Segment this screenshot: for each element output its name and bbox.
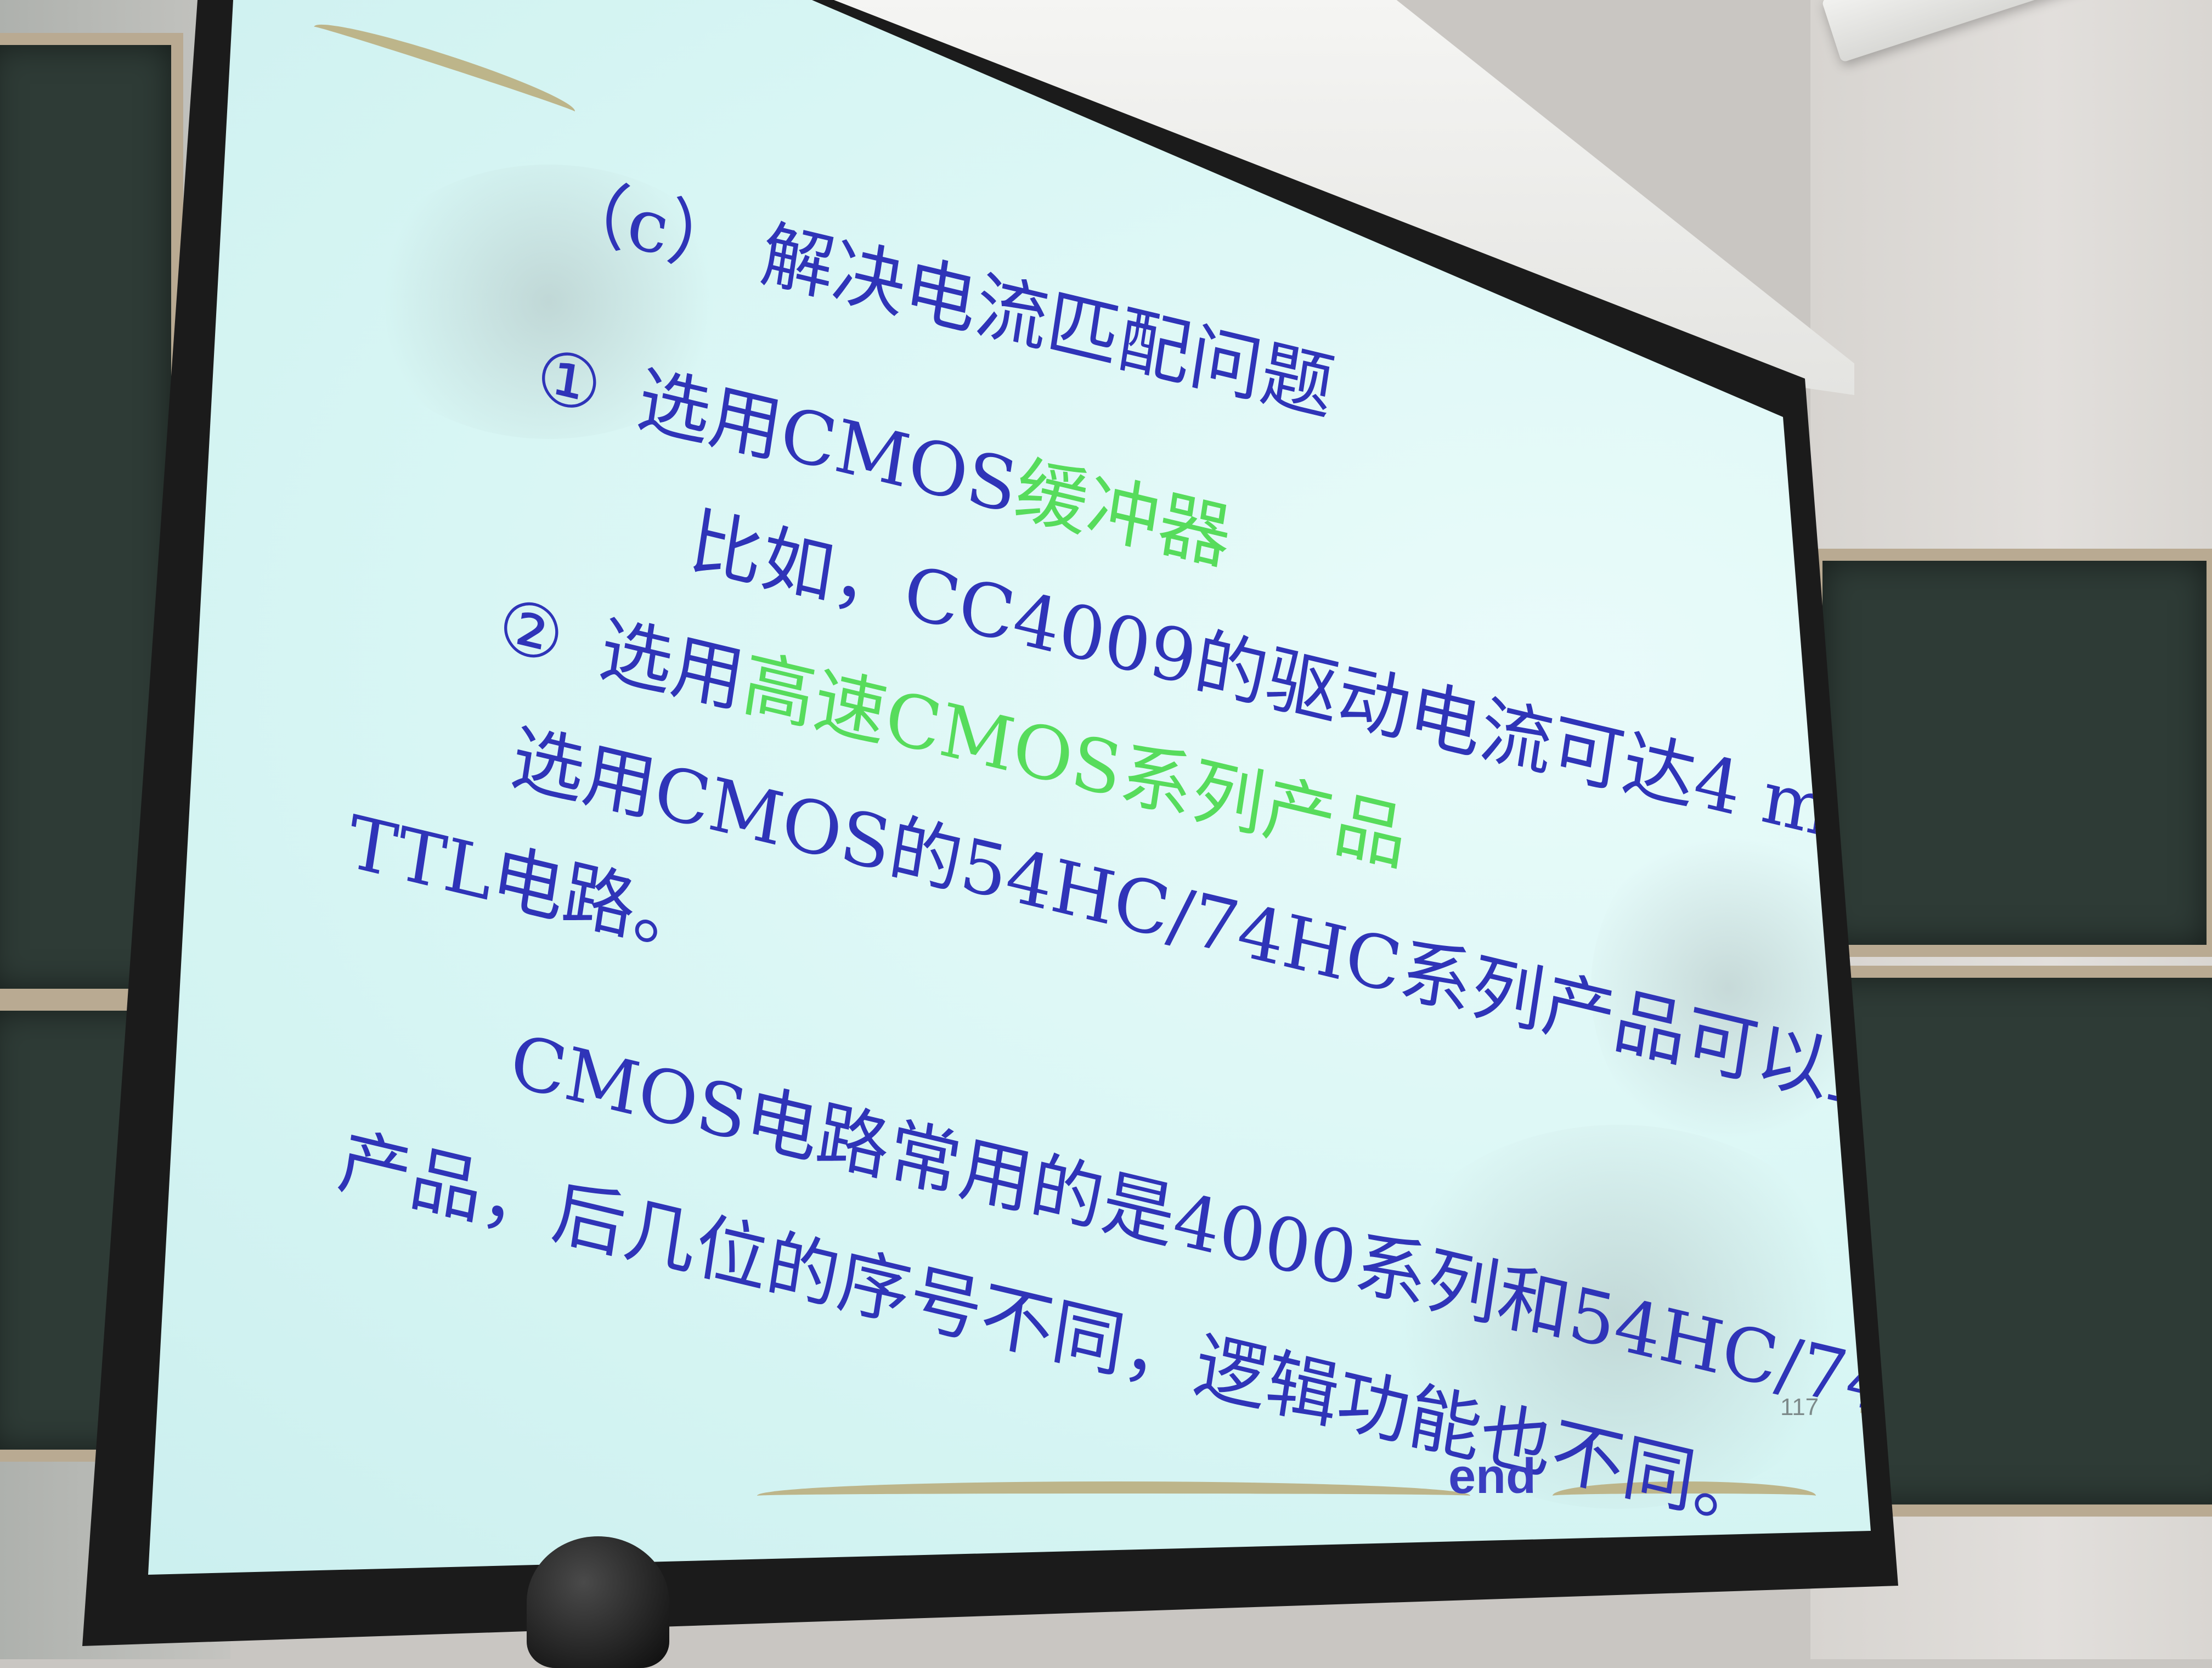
item1-highlight: 缓冲器 (1009, 446, 1237, 582)
end-link[interactable]: end (1448, 1449, 1536, 1505)
slide-page-number: 117 (1780, 1394, 1819, 1421)
slide-border-decoration-bottom (757, 1481, 1470, 1510)
microphone (527, 1536, 669, 1668)
slide-border-decoration-top (309, 13, 579, 125)
item2-marker: ② (493, 582, 569, 681)
blackboard-right (1810, 549, 2212, 957)
item2-prefix: 选用 (594, 606, 750, 724)
item1-marker: ① (531, 332, 607, 431)
item1-prefix: 选用CMOS (632, 356, 1023, 531)
